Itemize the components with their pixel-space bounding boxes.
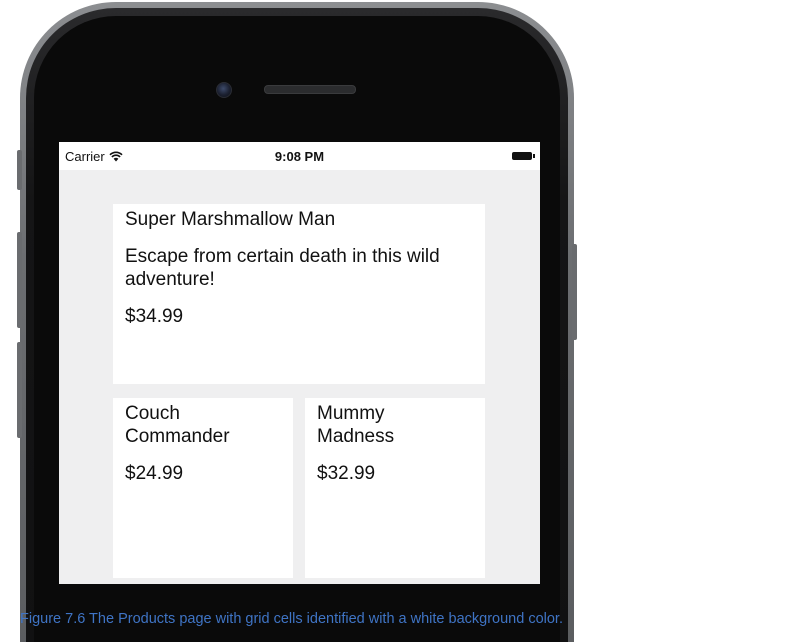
earpiece-speaker [264, 85, 356, 94]
product-name: Super Marshmallow Man [125, 209, 336, 230]
product-description: Escape from certain death in this wild a… [125, 246, 440, 290]
product-cell[interactable]: Mummy Madness $32.99 [305, 398, 485, 578]
power-button [572, 244, 577, 340]
battery-icon [512, 152, 535, 160]
product-price: $34.99 [125, 306, 184, 327]
volume-down-button [17, 342, 22, 438]
product-price: $24.99 [125, 463, 184, 484]
product-name: Couch Commander [125, 403, 230, 447]
product-cell[interactable]: Couch Commander $24.99 [113, 398, 293, 578]
status-time: 9:08 PM [274, 149, 325, 164]
app-screen: Carrier 9:08 PM Super Marshmallow Man Es… [59, 142, 540, 584]
product-price: $32.99 [317, 463, 376, 484]
status-bar: Carrier 9:08 PM [59, 142, 540, 170]
figure-caption: Figure 7.6 The Products page with grid c… [20, 611, 563, 627]
volume-up-button [17, 232, 22, 328]
mute-switch [17, 150, 22, 190]
front-camera-icon [216, 82, 232, 98]
product-name: Mummy Madness [317, 403, 395, 447]
product-cell-featured[interactable]: Super Marshmallow Man Escape from certai… [113, 204, 485, 384]
